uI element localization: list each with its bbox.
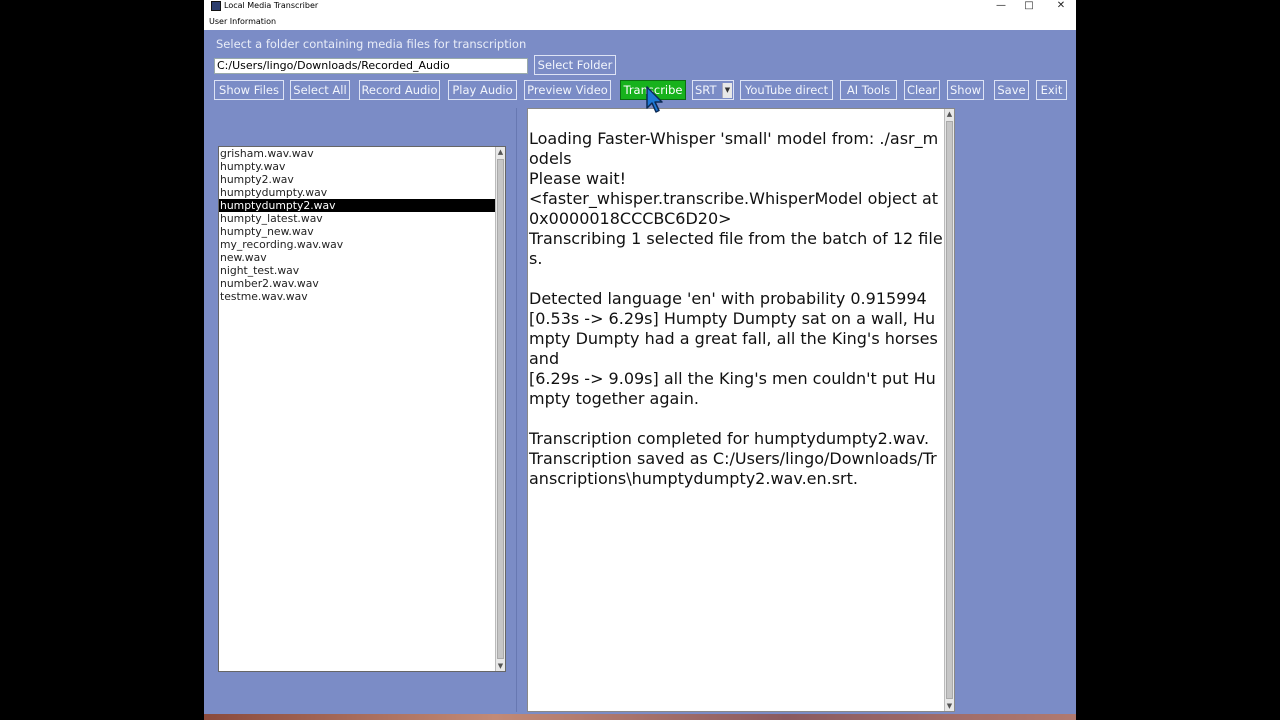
up-arrow-icon[interactable]: ▲ bbox=[496, 147, 505, 157]
show-button[interactable]: Show bbox=[947, 80, 984, 100]
file-list-scrollbar[interactable]: ▲ ▼ bbox=[495, 147, 505, 671]
chevron-down-icon[interactable]: ▼ bbox=[722, 83, 732, 98]
maximize-button[interactable]: □ bbox=[1014, 0, 1044, 13]
minimize-button[interactable]: — bbox=[986, 0, 1016, 13]
preview-video-button[interactable]: Preview Video bbox=[524, 80, 611, 100]
select-all-button[interactable]: Select All bbox=[290, 80, 350, 100]
play-audio-button[interactable]: Play Audio bbox=[448, 80, 517, 100]
select-folder-button[interactable]: Select Folder bbox=[534, 55, 616, 75]
file-list-item[interactable]: humpty.wav bbox=[219, 160, 496, 173]
menu-user-information[interactable]: User Information bbox=[209, 16, 276, 28]
output-line: Transcription saved as C:/Users/lingo/Do… bbox=[529, 449, 937, 488]
output-scrollbar[interactable]: ▲ ▼ bbox=[944, 109, 954, 711]
down-arrow-icon[interactable]: ▼ bbox=[496, 661, 505, 671]
up-arrow-icon[interactable]: ▲ bbox=[945, 109, 954, 119]
file-list-item[interactable]: humpty_latest.wav bbox=[219, 212, 496, 225]
pane-divider[interactable] bbox=[516, 108, 517, 712]
folder-path-input[interactable]: C:/Users/lingo/Downloads/Recorded_Audio bbox=[214, 58, 528, 74]
transcription-output-text[interactable]: Loading Faster-Whisper 'small' model fro… bbox=[529, 129, 945, 489]
file-list-item[interactable]: night_test.wav bbox=[219, 264, 496, 277]
output-line: <faster_whisper.transcribe.WhisperModel … bbox=[529, 189, 944, 228]
output-line: Please wait! bbox=[529, 169, 627, 188]
output-line: Transcription completed for humptydumpty… bbox=[529, 429, 930, 448]
file-list-item[interactable]: humptydumpty2.wav bbox=[219, 199, 496, 212]
exit-button[interactable]: Exit bbox=[1036, 80, 1067, 100]
app-icon bbox=[211, 1, 221, 11]
file-list-item[interactable]: humpty2.wav bbox=[219, 173, 496, 186]
ai-tools-button[interactable]: AI Tools bbox=[840, 80, 897, 100]
output-line: Loading Faster-Whisper 'small' model fro… bbox=[529, 129, 939, 168]
output-line: Detected language 'en' with probability … bbox=[529, 289, 927, 308]
output-line: [0.53s -> 6.29s] Humpty Dumpty sat on a … bbox=[529, 309, 943, 368]
clear-button[interactable]: Clear bbox=[904, 80, 940, 100]
output-format-value: SRT bbox=[695, 83, 717, 97]
youtube-direct-button[interactable]: YouTube direct bbox=[740, 80, 833, 100]
output-format-select[interactable]: SRT ▼ bbox=[692, 80, 734, 100]
file-list-item[interactable]: testme.wav.wav bbox=[219, 290, 496, 303]
output-line: [6.29s -> 9.09s] all the King's men coul… bbox=[529, 369, 936, 408]
file-list-item[interactable]: grisham.wav.wav bbox=[219, 147, 496, 160]
show-files-button[interactable]: Show Files bbox=[214, 80, 284, 100]
desktop-background-strip bbox=[204, 714, 1076, 720]
down-arrow-icon[interactable]: ▼ bbox=[945, 701, 954, 711]
close-button[interactable]: ✕ bbox=[1046, 0, 1076, 13]
window-title: Local Media Transcriber bbox=[224, 1, 319, 10]
scroll-thumb[interactable] bbox=[497, 159, 504, 659]
record-audio-button[interactable]: Record Audio bbox=[359, 80, 440, 100]
file-list-item[interactable]: humptydumpty.wav bbox=[219, 186, 496, 199]
file-list-item[interactable]: humpty_new.wav bbox=[219, 225, 496, 238]
instruction-label: Select a folder containing media files f… bbox=[216, 37, 527, 51]
file-list-item[interactable]: my_recording.wav.wav bbox=[219, 238, 496, 251]
file-list-item[interactable]: new.wav bbox=[219, 251, 496, 264]
file-list-item[interactable]: number2.wav.wav bbox=[219, 277, 496, 290]
output-line: Transcribing 1 selected file from the ba… bbox=[529, 229, 943, 268]
app-window: Local Media Transcriber — □ ✕ User Infor… bbox=[204, 0, 1076, 720]
title-bar[interactable]: Local Media Transcriber — □ ✕ bbox=[204, 0, 1076, 14]
mouse-pointer-icon bbox=[646, 86, 663, 113]
transcription-output-pane: Loading Faster-Whisper 'small' model fro… bbox=[527, 108, 955, 712]
menu-bar: User Information bbox=[204, 14, 1076, 30]
scroll-thumb[interactable] bbox=[946, 121, 953, 699]
file-list-pane: grisham.wav.wav humpty.wav humpty2.wav hump… bbox=[218, 146, 506, 672]
file-list[interactable]: grisham.wav.wav humpty.wav humpty2.wav hump… bbox=[219, 147, 496, 671]
save-button[interactable]: Save bbox=[994, 80, 1029, 100]
